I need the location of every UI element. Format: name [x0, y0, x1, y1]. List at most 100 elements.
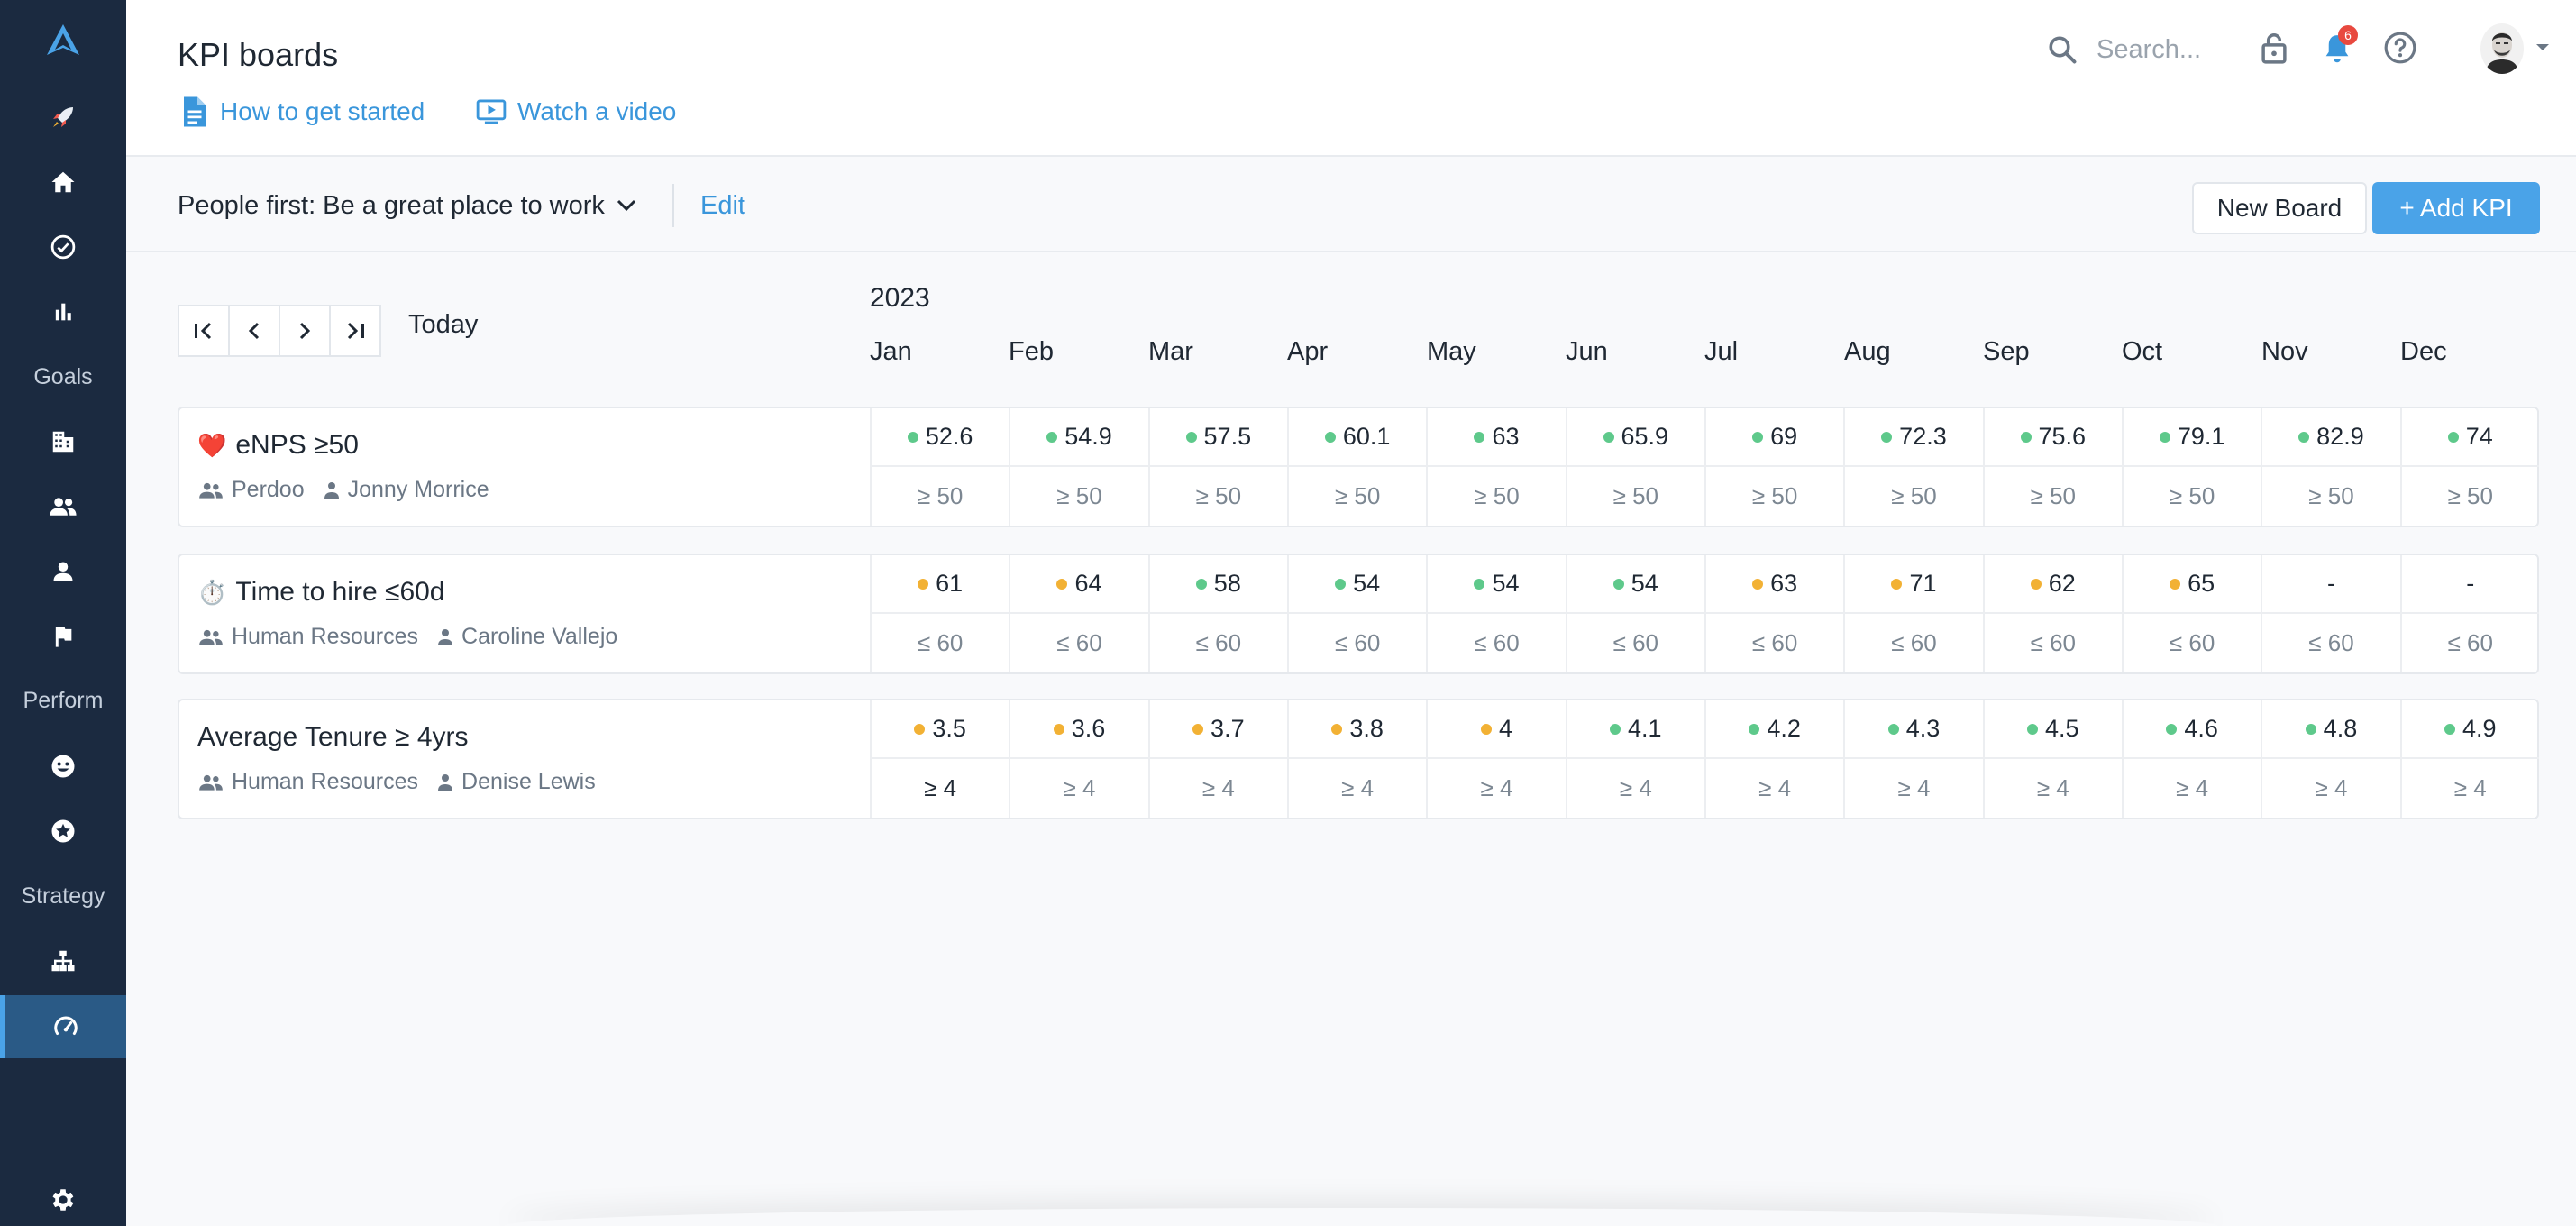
kpi-value[interactable]: 82.9 — [2262, 408, 2400, 467]
sidebar-item-teams[interactable] — [0, 475, 126, 538]
kpi-value[interactable]: - — [2401, 555, 2539, 614]
kpi-value[interactable]: 63 — [1428, 408, 1566, 467]
kpi-value[interactable]: 58 — [1149, 555, 1287, 614]
kpi-month-cell[interactable]: 4.3 ≥ 4 — [1843, 700, 1983, 818]
kpi-value[interactable]: 4.9 — [2401, 700, 2539, 759]
kpi-month-cell[interactable]: 79.1 ≥ 50 — [2121, 408, 2261, 526]
edit-board-link[interactable]: Edit — [700, 186, 745, 225]
kpi-value[interactable]: 57.5 — [1149, 408, 1287, 467]
sidebar-item-initiatives[interactable] — [0, 605, 126, 668]
watch-video-link[interactable]: Watch a video — [476, 94, 676, 130]
app-logo[interactable] — [0, 9, 126, 72]
kpi-month-cell[interactable]: 4.8 ≥ 4 — [2261, 700, 2400, 818]
sidebar-item-settings[interactable] — [0, 1170, 126, 1226]
kpi-value[interactable]: 4.6 — [2123, 700, 2261, 759]
search-input[interactable]: Search... — [2096, 35, 2201, 65]
kpi-value[interactable]: 4 — [1428, 700, 1566, 759]
kpi-value[interactable]: 72.3 — [1845, 408, 1983, 467]
sidebar-item-reports[interactable] — [0, 280, 126, 343]
last-period-button[interactable] — [329, 305, 381, 357]
new-board-button[interactable]: New Board — [2192, 182, 2367, 234]
kpi-month-cell[interactable]: 3.8 ≥ 4 — [1286, 700, 1427, 818]
kpi-name[interactable]: Average Tenure ≥ 4yrs — [197, 722, 469, 753]
kpi-month-cell[interactable]: 3.7 ≥ 4 — [1147, 700, 1287, 818]
sidebar-item-recognition[interactable] — [0, 800, 126, 863]
kpi-value[interactable]: 3.6 — [1010, 700, 1148, 759]
kpi-month-cell[interactable]: 74 ≥ 50 — [2399, 408, 2539, 526]
kpi-name[interactable]: ⏱️ Time to hire ≤60d — [197, 577, 445, 608]
kpi-month-cell[interactable]: - ≤ 60 — [2261, 555, 2400, 672]
sidebar-item-tasks[interactable] — [0, 215, 126, 279]
notifications-button[interactable]: 6 — [2316, 25, 2358, 69]
kpi-value[interactable]: 63 — [1705, 555, 1844, 614]
kpi-month-cell[interactable]: 4.5 ≥ 4 — [1982, 700, 2122, 818]
lock-button[interactable] — [2253, 27, 2295, 69]
kpi-month-cell[interactable]: 4 ≥ 4 — [1426, 700, 1566, 818]
kpi-month-cell[interactable]: 58 ≤ 60 — [1147, 555, 1287, 672]
kpi-value[interactable]: 71 — [1845, 555, 1983, 614]
kpi-card[interactable]: ❤️ eNPS ≥50 Perdoo Jonny Morrice 52.6 ≥ 5… — [178, 407, 2539, 527]
kpi-value[interactable]: 3.7 — [1149, 700, 1287, 759]
first-period-button[interactable] — [178, 305, 230, 357]
today-button[interactable]: Today — [408, 310, 478, 340]
kpi-month-cell[interactable]: 54 ≤ 60 — [1565, 555, 1704, 672]
kpi-month-cell[interactable]: 4.9 ≥ 4 — [2399, 700, 2539, 818]
kpi-value[interactable]: 54 — [1288, 555, 1427, 614]
sidebar-item-home[interactable] — [0, 151, 126, 214]
kpi-value[interactable]: 54.9 — [1010, 408, 1148, 467]
sidebar-item-personal[interactable] — [0, 540, 126, 603]
kpi-value[interactable]: 62 — [1984, 555, 2122, 614]
kpi-card[interactable]: Average Tenure ≥ 4yrs Human Resources De… — [178, 699, 2539, 819]
kpi-month-cell[interactable]: 71 ≤ 60 — [1843, 555, 1983, 672]
sidebar-item-getting-started[interactable] — [0, 86, 126, 149]
kpi-month-cell[interactable]: 63 ≤ 60 — [1704, 555, 1844, 672]
kpi-value[interactable]: 69 — [1705, 408, 1844, 467]
kpi-month-cell[interactable]: 3.6 ≥ 4 — [1009, 700, 1148, 818]
kpi-month-cell[interactable]: 82.9 ≥ 50 — [2261, 408, 2400, 526]
kpi-value[interactable]: 74 — [2401, 408, 2539, 467]
help-button[interactable] — [2380, 27, 2421, 69]
sidebar-item-strategy-map[interactable] — [0, 929, 126, 993]
kpi-month-cell[interactable]: 63 ≥ 50 — [1426, 408, 1566, 526]
sidebar-item-engagement[interactable] — [0, 735, 126, 798]
kpi-value[interactable]: 4.8 — [2262, 700, 2400, 759]
kpi-month-cell[interactable]: 65 ≤ 60 — [2121, 555, 2261, 672]
user-avatar[interactable] — [2480, 23, 2524, 74]
kpi-value[interactable]: 64 — [1010, 555, 1148, 614]
kpi-month-cell[interactable]: 69 ≥ 50 — [1704, 408, 1844, 526]
add-kpi-button[interactable]: + Add KPI — [2372, 182, 2540, 234]
kpi-month-cell[interactable]: 65.9 ≥ 50 — [1565, 408, 1704, 526]
kpi-value[interactable]: 4.1 — [1567, 700, 1704, 759]
kpi-month-cell[interactable]: 72.3 ≥ 50 — [1843, 408, 1983, 526]
how-to-get-started-link[interactable]: How to get started — [180, 94, 425, 130]
kpi-value[interactable]: 65.9 — [1567, 408, 1704, 467]
kpi-value[interactable]: - — [2262, 555, 2400, 614]
kpi-value[interactable]: 54 — [1428, 555, 1566, 614]
kpi-month-cell[interactable]: - ≤ 60 — [2399, 555, 2539, 672]
kpi-month-cell[interactable]: 52.6 ≥ 50 — [870, 408, 1009, 526]
kpi-value[interactable]: 4.3 — [1845, 700, 1983, 759]
account-menu-caret-icon[interactable] — [2535, 43, 2550, 52]
kpi-month-cell[interactable]: 57.5 ≥ 50 — [1147, 408, 1287, 526]
kpi-month-cell[interactable]: 4.6 ≥ 4 — [2121, 700, 2261, 818]
kpi-month-cell[interactable]: 4.2 ≥ 4 — [1704, 700, 1844, 818]
kpi-month-cell[interactable]: 62 ≤ 60 — [1982, 555, 2122, 672]
kpi-value[interactable]: 79.1 — [2123, 408, 2261, 467]
kpi-month-cell[interactable]: 4.1 ≥ 4 — [1565, 700, 1704, 818]
kpi-value[interactable]: 65 — [2123, 555, 2261, 614]
kpi-value[interactable]: 3.5 — [872, 700, 1009, 759]
kpi-value[interactable]: 3.8 — [1288, 700, 1427, 759]
kpi-value[interactable]: 60.1 — [1288, 408, 1427, 467]
kpi-month-cell[interactable]: 60.1 ≥ 50 — [1286, 408, 1427, 526]
kpi-value[interactable]: 52.6 — [872, 408, 1009, 467]
kpi-value[interactable]: 4.5 — [1984, 700, 2122, 759]
kpi-month-cell[interactable]: 54.9 ≥ 50 — [1009, 408, 1148, 526]
kpi-name[interactable]: ❤️ eNPS ≥50 — [197, 430, 359, 461]
kpi-value[interactable]: 75.6 — [1984, 408, 2122, 467]
search-box[interactable]: Search... — [2046, 27, 2201, 72]
kpi-month-cell[interactable]: 54 ≤ 60 — [1286, 555, 1427, 672]
board-selector[interactable]: People first: Be a great place to work — [178, 186, 637, 225]
sidebar-item-company[interactable] — [0, 410, 126, 473]
kpi-value[interactable]: 61 — [872, 555, 1009, 614]
kpi-month-cell[interactable]: 61 ≤ 60 — [870, 555, 1009, 672]
